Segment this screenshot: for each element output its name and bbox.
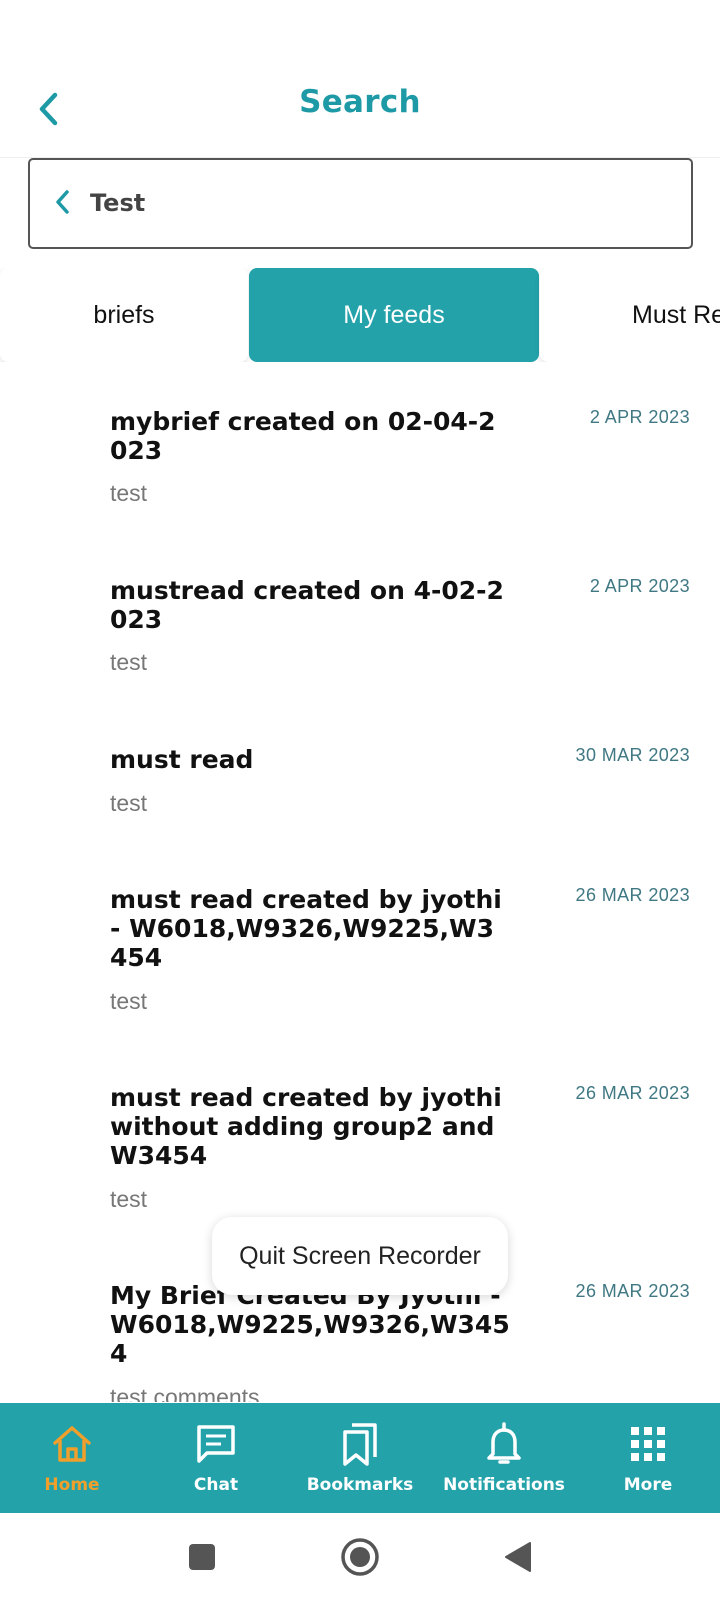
nav-bookmarks[interactable]: Bookmarks [288, 1403, 432, 1513]
feed-title: must read [110, 745, 254, 774]
chevron-left-icon [56, 190, 69, 214]
feed-subtitle: test [110, 1186, 148, 1212]
feed-date: 26 MAR 2023 [575, 1083, 690, 1103]
list-item[interactable]: must read created by jyothi - W6018,W932… [0, 885, 720, 1035]
grid-icon [625, 1421, 671, 1467]
triangle-back-icon [505, 1542, 531, 1572]
feed-date: 26 MAR 2023 [575, 1281, 690, 1301]
list-item[interactable]: My Brief Created By Jyothi - W6018,W9225… [0, 1281, 720, 1402]
tab-must-read[interactable]: Must Re [540, 268, 720, 362]
feed-date: 2 APR 2023 [589, 407, 690, 427]
quit-screen-recorder-button[interactable]: Quit Screen Recorder [212, 1217, 508, 1295]
list-item[interactable]: must read created by jyothi without addi… [0, 1083, 720, 1233]
nav-label: Home [44, 1475, 100, 1495]
tab-briefs[interactable]: briefs [0, 268, 248, 362]
app-header: Search [0, 0, 720, 158]
square-icon [189, 1544, 215, 1570]
nav-chat[interactable]: Chat [144, 1403, 288, 1513]
nav-home[interactable]: Home [0, 1403, 144, 1513]
search-field[interactable]: Test [28, 158, 693, 249]
feed-date: 26 MAR 2023 [575, 885, 690, 905]
back-system-button[interactable] [496, 1535, 540, 1579]
list-item[interactable]: mustread created on 4-02-2023 2 APR 2023… [0, 576, 720, 696]
nav-notifications[interactable]: Notifications [432, 1403, 576, 1513]
recents-button[interactable] [180, 1535, 224, 1579]
nav-label: More [623, 1475, 673, 1495]
nav-label: Chat [193, 1475, 239, 1495]
feed-title: must read created by jyothi - W6018,W932… [110, 885, 502, 972]
feed-subtitle: test [110, 988, 148, 1014]
feed-title: must read created by jyothi without addi… [110, 1083, 502, 1170]
filter-tabs: briefs My feeds Must Re [0, 268, 720, 362]
feed-date: 30 MAR 2023 [575, 745, 690, 765]
feed-date: 2 APR 2023 [589, 576, 690, 596]
home-icon [49, 1421, 95, 1467]
search-query-text[interactable]: Test [90, 189, 145, 217]
feed-subtitle: test comments [110, 1384, 260, 1402]
nav-label: Bookmarks [306, 1475, 414, 1495]
feed-subtitle: test [110, 649, 148, 675]
feed-subtitle: test [110, 790, 148, 816]
home-system-button[interactable] [338, 1535, 382, 1579]
feed-subtitle: test [110, 480, 148, 506]
nav-more[interactable]: More [576, 1403, 720, 1513]
chat-icon [193, 1421, 239, 1467]
bookmarks-icon [337, 1421, 383, 1467]
feed-title: mybrief created on 02-04-2023 [110, 407, 496, 465]
list-item[interactable]: must read 30 MAR 2023 test [0, 745, 720, 835]
tab-my-feeds[interactable]: My feeds [249, 268, 539, 362]
bottom-nav: Home Chat Bookmarks Notifications More [0, 1403, 720, 1513]
feed-title: mustread created on 4-02-2023 [110, 576, 504, 634]
bell-icon [481, 1421, 527, 1467]
list-item[interactable]: mybrief created on 02-04-2023 2 APR 2023… [0, 407, 720, 527]
circle-icon [341, 1538, 379, 1576]
nav-label: Notifications [443, 1475, 565, 1495]
search-back-button[interactable] [50, 184, 74, 220]
page-title: Search [299, 84, 421, 120]
system-nav-bar [0, 1513, 720, 1600]
